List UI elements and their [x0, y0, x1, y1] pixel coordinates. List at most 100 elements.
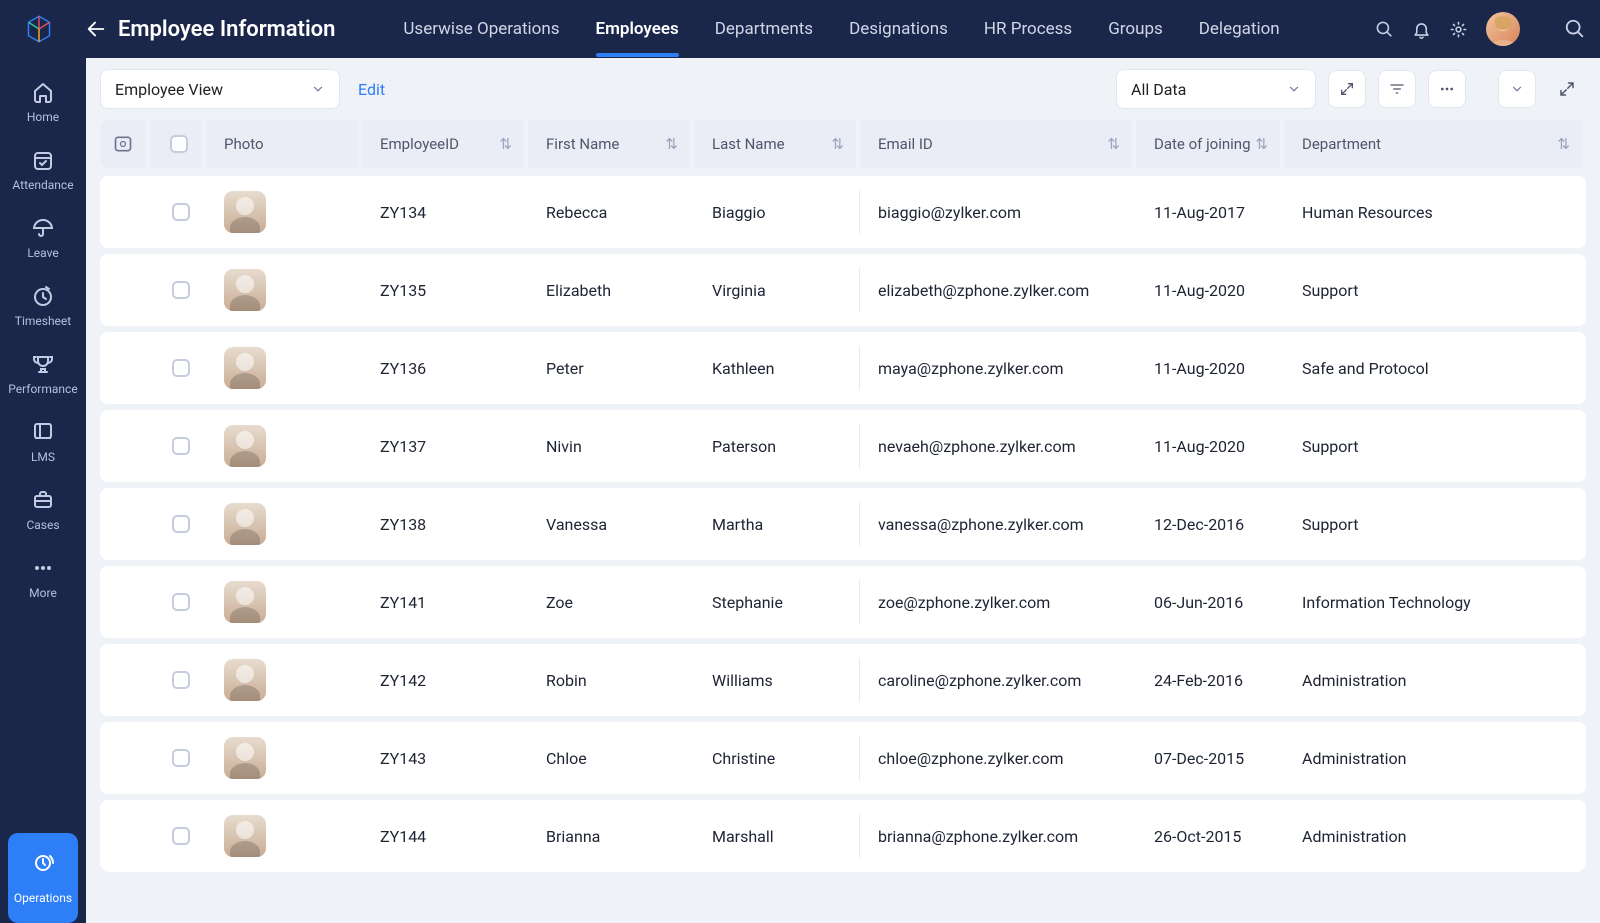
- sidebar: Home Attendance Leave Timesheet Performance L…: [0, 58, 86, 923]
- table-row[interactable]: ZY143ChloeChristinechloe@zphone.zylker.c…: [100, 722, 1586, 794]
- row-firstname: Robin: [534, 671, 694, 690]
- avatar-icon: [1486, 12, 1520, 46]
- more-actions-button[interactable]: [1428, 70, 1466, 108]
- row-lastname: Martha: [700, 502, 860, 545]
- select-all-header[interactable]: [156, 120, 206, 168]
- tab-employees[interactable]: Employees: [578, 1, 697, 57]
- row-lastname: Paterson: [700, 424, 860, 467]
- row-photo-cell: [212, 191, 362, 233]
- row-checkbox[interactable]: [172, 515, 190, 533]
- sort-icon[interactable]: ⇅: [665, 135, 678, 153]
- row-checkbox[interactable]: [172, 593, 190, 611]
- row-settings-header[interactable]: [100, 120, 150, 168]
- sort-icon[interactable]: ⇅: [1557, 135, 1570, 153]
- row-checkbox[interactable]: [172, 437, 190, 455]
- row-checkbox[interactable]: [172, 203, 190, 221]
- col-department-label: Department: [1302, 135, 1381, 153]
- settings-button[interactable]: [1449, 20, 1468, 39]
- sort-icon[interactable]: ⇅: [499, 135, 512, 153]
- row-employeeid: ZY144: [368, 827, 528, 846]
- tab-designations[interactable]: Designations: [831, 1, 966, 57]
- expand-button[interactable]: [1328, 70, 1366, 108]
- sort-icon[interactable]: ⇅: [1255, 135, 1268, 153]
- row-email: maya@zphone.zylker.com: [866, 359, 1136, 378]
- row-checkbox[interactable]: [172, 281, 190, 299]
- tab-groups[interactable]: Groups: [1090, 1, 1181, 57]
- col-lastname[interactable]: Last Name⇅: [700, 120, 860, 168]
- fullscreen-button[interactable]: [1548, 70, 1586, 108]
- col-firstname[interactable]: First Name⇅: [534, 120, 694, 168]
- sidebar-item-label: Performance: [8, 382, 77, 396]
- row-email: brianna@zphone.zylker.com: [866, 827, 1136, 846]
- sort-icon[interactable]: ⇅: [1107, 135, 1120, 153]
- row-photo-cell: [212, 737, 362, 779]
- row-firstname: Rebecca: [534, 203, 694, 222]
- notifications-button[interactable]: [1412, 20, 1431, 39]
- row-department: Information Technology: [1290, 593, 1586, 612]
- sidebar-item-label: Timesheet: [15, 314, 71, 328]
- sidebar-item-operations[interactable]: Operations: [8, 833, 78, 923]
- row-checkbox[interactable]: [172, 827, 190, 845]
- table-row[interactable]: ZY144BriannaMarshallbrianna@zphone.zylke…: [100, 800, 1586, 872]
- table-body: ZY134RebeccaBiaggiobiaggio@zylker.com11-…: [100, 176, 1586, 872]
- row-employeeid: ZY143: [368, 749, 528, 768]
- col-photo[interactable]: Photo: [212, 120, 362, 168]
- global-search-button[interactable]: [1564, 18, 1586, 40]
- table-row[interactable]: ZY135ElizabethVirginiaelizabeth@zphone.z…: [100, 254, 1586, 326]
- row-employeeid: ZY134: [368, 203, 528, 222]
- sidebar-item-cases[interactable]: Cases: [8, 480, 78, 540]
- sort-icon[interactable]: ⇅: [831, 135, 844, 153]
- row-checkbox[interactable]: [172, 749, 190, 767]
- row-checkbox[interactable]: [172, 671, 190, 689]
- employee-avatar: [224, 737, 266, 779]
- row-checkbox[interactable]: [172, 359, 190, 377]
- search-button[interactable]: [1375, 20, 1394, 39]
- row-employeeid: ZY137: [368, 437, 528, 456]
- row-department: Support: [1290, 437, 1586, 456]
- select-all-checkbox[interactable]: [170, 135, 188, 153]
- col-doj[interactable]: Date of joining⇅: [1142, 120, 1284, 168]
- row-checkbox-cell: [156, 437, 206, 455]
- tab-hr-process[interactable]: HR Process: [966, 1, 1090, 57]
- table-row[interactable]: ZY138VanessaMarthavanessa@zphone.zylker.…: [100, 488, 1586, 560]
- tab-userwise-operations[interactable]: Userwise Operations: [385, 1, 577, 57]
- sidebar-item-timesheet[interactable]: Timesheet: [8, 276, 78, 336]
- table-row[interactable]: ZY142RobinWilliamscaroline@zphone.zylker…: [100, 644, 1586, 716]
- dots-icon: [31, 556, 55, 580]
- data-filter[interactable]: All Data: [1116, 69, 1316, 109]
- sidebar-item-more[interactable]: More: [8, 548, 78, 608]
- table-row[interactable]: ZY137NivinPatersonnevaeh@zphone.zylker.c…: [100, 410, 1586, 482]
- sidebar-item-leave[interactable]: Leave: [8, 208, 78, 268]
- view-selector[interactable]: Employee View: [100, 69, 340, 109]
- collapse-dropdown-button[interactable]: [1498, 70, 1536, 108]
- row-lastname: Christine: [700, 736, 860, 779]
- tab-departments[interactable]: Departments: [697, 1, 831, 57]
- sidebar-item-home[interactable]: Home: [8, 72, 78, 132]
- row-firstname: Zoe: [534, 593, 694, 612]
- row-doj: 11-Aug-2020: [1142, 437, 1284, 456]
- col-department[interactable]: Department ⇅: [1290, 120, 1586, 168]
- sidebar-item-lms[interactable]: LMS: [8, 412, 78, 472]
- row-doj: 06-Jun-2016: [1142, 593, 1284, 612]
- calendar-check-icon: [31, 148, 55, 172]
- edit-link[interactable]: Edit: [358, 80, 385, 99]
- book-icon: [31, 420, 55, 444]
- tab-delegation[interactable]: Delegation: [1181, 1, 1298, 57]
- table-row[interactable]: ZY136PeterKathleenmaya@zphone.zylker.com…: [100, 332, 1586, 404]
- sidebar-item-attendance[interactable]: Attendance: [8, 140, 78, 200]
- col-employeeid[interactable]: EmployeeID⇅: [368, 120, 528, 168]
- table-row[interactable]: ZY134RebeccaBiaggiobiaggio@zylker.com11-…: [100, 176, 1586, 248]
- table-row[interactable]: ZY141ZoeStephaniezoe@zphone.zylker.com06…: [100, 566, 1586, 638]
- filter-button[interactable]: [1378, 70, 1416, 108]
- row-lastname: Biaggio: [700, 190, 860, 233]
- briefcase-icon: [31, 488, 55, 512]
- row-firstname: Nivin: [534, 437, 694, 456]
- profile-avatar[interactable]: [1486, 12, 1520, 46]
- table-header: Photo EmployeeID⇅ First Name⇅ Last Name⇅…: [100, 120, 1586, 168]
- home-icon: [31, 80, 55, 104]
- sidebar-item-label: Leave: [27, 246, 58, 260]
- row-photo-cell: [212, 659, 362, 701]
- sidebar-item-performance[interactable]: Performance: [8, 344, 78, 404]
- col-email[interactable]: Email ID⇅: [866, 120, 1136, 168]
- back-button[interactable]: [74, 18, 118, 40]
